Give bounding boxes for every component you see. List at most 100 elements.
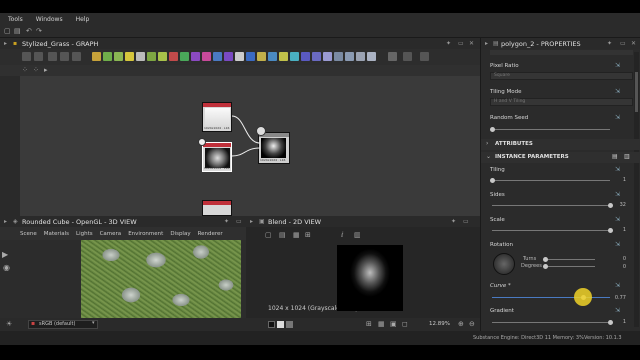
tiling-icon[interactable]: ⊞ — [305, 232, 312, 239]
node-pixel-icon[interactable] — [312, 52, 321, 61]
slider-knob[interactable] — [490, 178, 495, 183]
2d-viewport[interactable] — [337, 245, 403, 311]
redo-icon[interactable]: ↷ — [36, 28, 43, 35]
node-svg-icon[interactable] — [334, 52, 343, 61]
node-output-icon[interactable] — [169, 52, 178, 61]
view3d-menu-lights[interactable]: Lights — [76, 231, 93, 237]
light-bulb-icon[interactable]: ◉ — [3, 263, 10, 272]
distribute-icon[interactable]: ⁘ — [33, 67, 40, 74]
open-folder-icon[interactable]: ▤ — [14, 28, 21, 35]
rotation-dial[interactable] — [493, 253, 515, 275]
pin-icon[interactable]: ✦ — [446, 40, 451, 47]
tile-icon[interactable]: ▦ — [378, 320, 385, 328]
link-icon[interactable]: ⇲ — [615, 114, 620, 121]
property-field-partial[interactable] — [490, 50, 633, 55]
link-icon[interactable]: ⇲ — [615, 241, 620, 248]
view3d-menu-materials[interactable]: Materials — [44, 231, 69, 237]
scale-slider[interactable] — [492, 228, 613, 233]
reset-zoom-icon[interactable]: ◻ — [402, 320, 408, 328]
menu-windows[interactable]: Windows — [36, 16, 63, 23]
link-icon[interactable]: ⇲ — [615, 88, 620, 95]
link-icon[interactable]: ⇲ — [615, 307, 620, 314]
node-edge-icon[interactable] — [301, 52, 310, 61]
histogram-icon[interactable]: ⅈ — [341, 232, 348, 239]
link-icon[interactable]: ⇲ — [615, 191, 620, 198]
maximize-icon[interactable]: ▭ — [620, 40, 626, 47]
node-fxmap-icon[interactable] — [367, 52, 376, 61]
node-color-icon[interactable] — [268, 52, 277, 61]
fit-icon[interactable]: ▢ — [265, 232, 272, 239]
node-levels-icon[interactable] — [114, 52, 123, 61]
link-icon[interactable]: ⇲ — [615, 282, 620, 289]
snap-icon[interactable]: ▸ — [44, 67, 51, 74]
sides-slider[interactable] — [492, 203, 613, 208]
curve-value[interactable]: 0.77 — [615, 295, 626, 301]
grid-icon[interactable] — [72, 52, 81, 61]
maximize-icon[interactable]: ▭ — [236, 218, 242, 225]
preset-icon[interactable]: ▤ — [612, 153, 618, 160]
view3d-menu-scene[interactable]: Scene — [20, 231, 37, 237]
fit-view-icon[interactable]: ▣ — [390, 320, 397, 328]
zoom-level[interactable]: 12.89% — [429, 321, 450, 327]
sides-value[interactable]: 32 — [620, 202, 626, 208]
video-camera-icon[interactable]: ▶ — [2, 250, 8, 259]
new-file-icon[interactable]: ▢ — [4, 28, 11, 35]
node-blur-icon[interactable] — [158, 52, 167, 61]
slider-knob[interactable] — [608, 228, 613, 233]
tonemap-icon[interactable]: ☀ — [6, 320, 12, 328]
align-icon[interactable]: ⁘ — [22, 67, 29, 74]
node-curve-icon[interactable] — [257, 52, 266, 61]
attributes-section[interactable]: ATTRIBUTES — [481, 139, 640, 150]
panel-collapse-icon[interactable]: ▸ — [250, 218, 253, 225]
slider-knob[interactable] — [543, 264, 548, 269]
channels-icon[interactable]: ▥ — [354, 232, 361, 239]
node-gradient-icon[interactable] — [180, 52, 189, 61]
node-misc-icon[interactable] — [388, 52, 397, 61]
graph-node-selected[interactable]: 1024x1024 · L16 — [202, 142, 232, 172]
export-preset-icon[interactable]: ▥ — [624, 153, 630, 160]
tiling-mode-select[interactable]: H and V Tiling — [490, 98, 633, 106]
node-more-icon[interactable] — [403, 52, 412, 61]
properties-scrollbar[interactable] — [634, 52, 639, 327]
pin-icon[interactable]: ✦ — [224, 218, 229, 225]
camera-icon[interactable] — [48, 52, 57, 61]
view3d-menu-environment[interactable]: Environment — [128, 231, 163, 237]
node-bitmap-icon[interactable] — [356, 52, 365, 61]
node-vector-icon[interactable] — [323, 52, 332, 61]
graph-node[interactable]: 1024x1024 · L16 — [202, 102, 232, 132]
node-shape-icon[interactable] — [191, 52, 200, 61]
frame-icon[interactable] — [60, 52, 69, 61]
grid-icon[interactable]: ⊞ — [366, 320, 372, 328]
node-warp-icon[interactable] — [147, 52, 156, 61]
pixel-ratio-select[interactable]: Square — [490, 72, 633, 80]
view3d-menu-renderer[interactable]: Renderer — [198, 231, 223, 237]
pan-tool-icon[interactable] — [34, 52, 43, 61]
save-icon[interactable]: ▤ — [279, 232, 286, 239]
curve-slider[interactable] — [492, 295, 610, 300]
zoom-in-icon[interactable]: ⊕ — [458, 320, 464, 328]
maximize-icon[interactable]: ▭ — [458, 40, 464, 47]
graph-node-blend[interactable]: 1024x1024 · L16 — [258, 132, 290, 164]
turns-value[interactable]: 0 — [623, 256, 626, 262]
graph-canvas[interactable]: 1024x1024 · L16 1024x1024 · L16 1024x102… — [20, 76, 480, 216]
node-hsl-icon[interactable] — [279, 52, 288, 61]
colorspace-select[interactable]: sRGB (default) — [28, 320, 98, 329]
panel-collapse-icon[interactable]: ▸ — [485, 40, 488, 47]
scrollbar-thumb[interactable] — [635, 72, 638, 112]
scale-value[interactable]: 1 — [623, 227, 626, 233]
gradient-value[interactable]: 1 — [623, 319, 626, 325]
link-icon[interactable]: ⇲ — [615, 62, 620, 69]
toolbar-options-icon[interactable] — [420, 52, 429, 61]
menu-help[interactable]: Help — [76, 16, 90, 23]
panel-collapse-icon[interactable]: ▸ — [4, 40, 7, 47]
node-uniform-icon[interactable] — [136, 52, 145, 61]
slider-knob[interactable] — [608, 320, 613, 325]
degrees-slider[interactable] — [543, 264, 595, 269]
link-icon[interactable]: ⇲ — [615, 166, 620, 173]
export-icon[interactable]: ▦ — [293, 232, 300, 239]
node-text-icon[interactable] — [345, 52, 354, 61]
background-black-swatch[interactable] — [268, 321, 275, 328]
panel-collapse-icon[interactable]: ▸ — [4, 218, 7, 225]
node-input-icon[interactable] — [235, 52, 244, 61]
slider-knob[interactable] — [490, 127, 495, 132]
